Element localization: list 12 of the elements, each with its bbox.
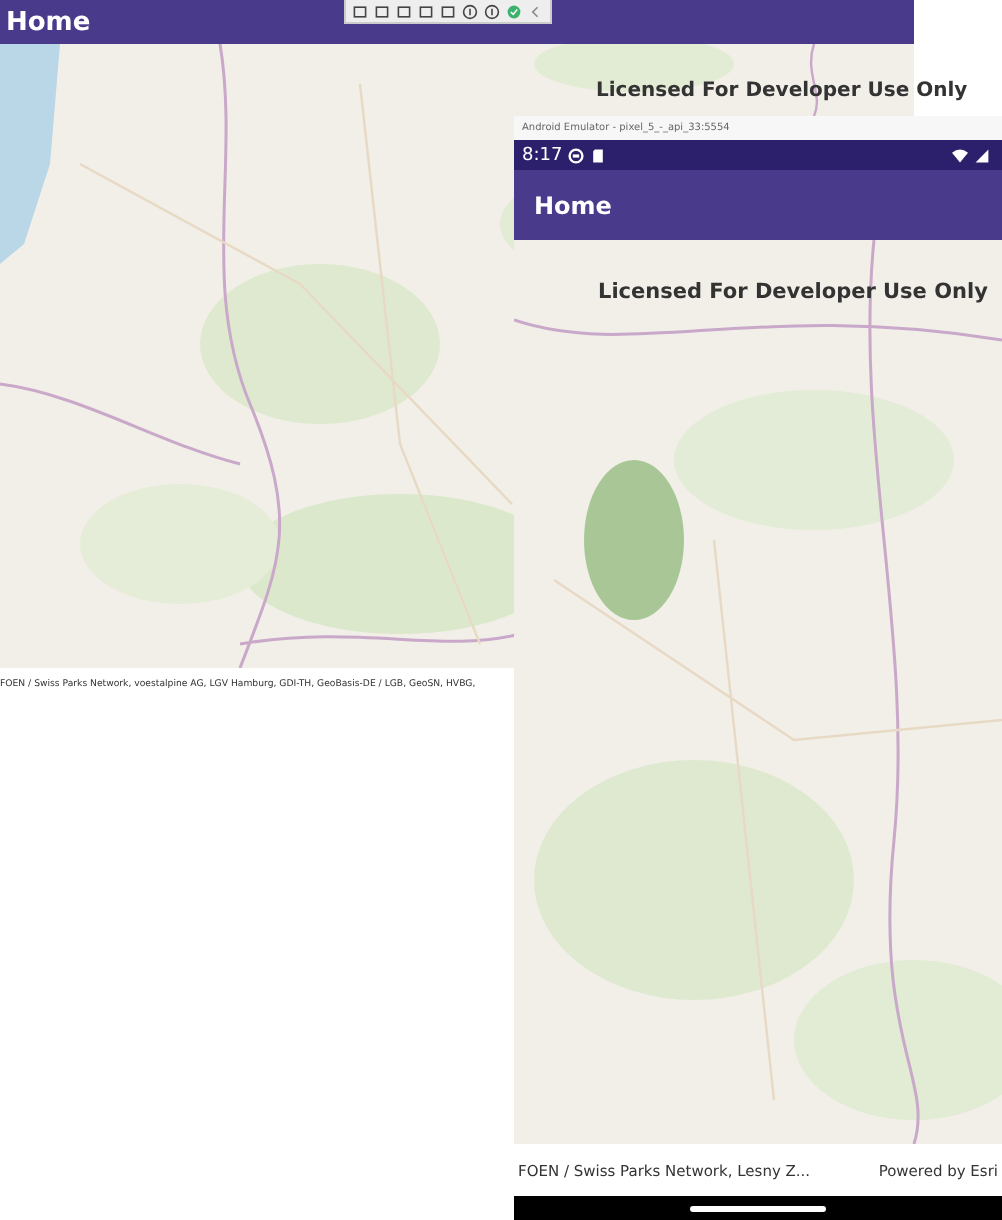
- watermark-text: Licensed For Developer Use Only: [596, 80, 968, 102]
- app-bar-title: Home: [534, 191, 612, 219]
- sd-card-icon: [590, 147, 607, 163]
- map-view[interactable]: Licensed For Developer Use Only: [514, 240, 1002, 1144]
- home-handle[interactable]: [690, 1205, 826, 1211]
- check-icon[interactable]: [506, 3, 522, 19]
- info-icon[interactable]: [484, 3, 500, 19]
- chevron-left-icon[interactable]: [528, 3, 544, 19]
- status-time: 8:17: [522, 145, 563, 165]
- wifi-icon: [952, 147, 968, 163]
- app-bar-title: Home: [6, 7, 91, 37]
- watermark-text: Licensed For Developer Use Only: [598, 280, 988, 304]
